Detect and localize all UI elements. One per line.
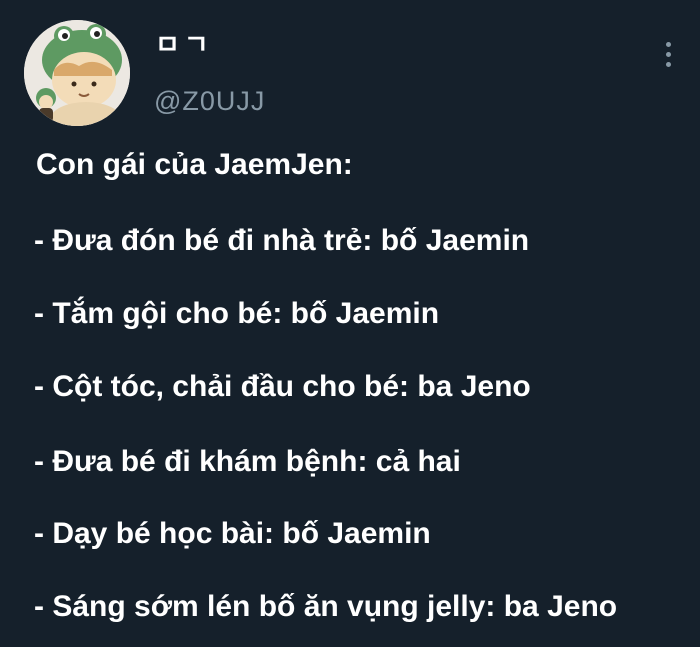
list-item: - Cột tóc, chải đầu cho bé: ba Jeno [34, 370, 531, 403]
dot [665, 51, 671, 57]
dot [665, 61, 671, 67]
list-item: - Dạy bé học bài: bố Jaemin [34, 517, 431, 550]
tweet-intro: Con gái của JaemJen: [36, 148, 353, 181]
list-item: - Tắm gội cho bé: bố Jaemin [34, 297, 440, 330]
dot [665, 41, 671, 47]
avatar-illustration [24, 20, 130, 126]
user-handle[interactable]: @Z0UJJ [154, 86, 265, 116]
avatar[interactable] [24, 20, 130, 126]
display-name[interactable]: ㅁㄱ [155, 30, 213, 60]
list-item: - Đưa bé đi khám bệnh: cả hai [34, 445, 461, 478]
tweet-card: ㅁㄱ @Z0UJJ Con gái của JaemJen: - Đưa đón… [0, 0, 700, 647]
list-item: - Sáng sớm lén bố ăn vụng jelly: ba Jeno [34, 590, 618, 623]
list-item: - Đưa đón bé đi nhà trẻ: bố Jaemin [34, 224, 530, 257]
more-options-icon[interactable] [654, 36, 682, 72]
